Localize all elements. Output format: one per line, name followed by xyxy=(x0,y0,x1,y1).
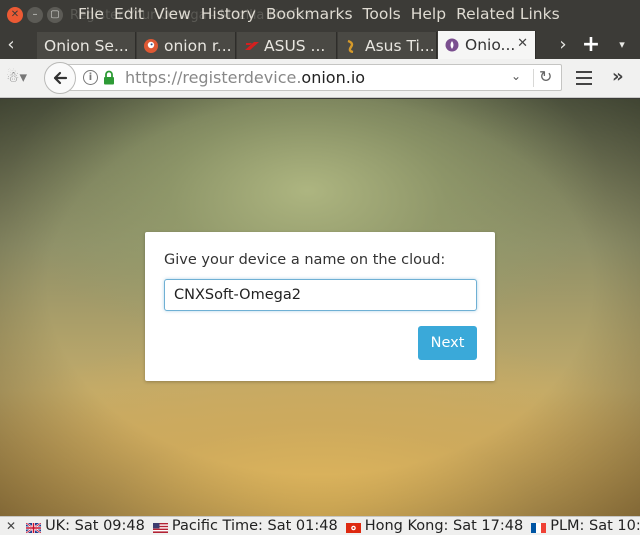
new-tab-button[interactable]: + xyxy=(580,30,602,59)
url-domain: onion.io xyxy=(301,68,366,87)
status-bar: ✕ UK: Sat 09:48 Pacific Time: Sat 01:48 … xyxy=(0,516,640,535)
tab-asus-tinker[interactable]: Asus Ti... xyxy=(338,32,437,59)
tab-onion-search[interactable]: Onion Se... xyxy=(37,32,136,59)
back-button[interactable] xyxy=(44,62,76,94)
window-close-button[interactable]: ✕ xyxy=(7,7,23,23)
url-dropdown-icon[interactable]: ⌄ xyxy=(511,69,521,83)
site-info-icon[interactable]: i xyxy=(83,70,98,85)
clock-plm[interactable]: PLM: Sat 10:48 xyxy=(531,518,640,534)
clock-text: UK: Sat 09:48 xyxy=(45,518,145,534)
clock-uk[interactable]: UK: Sat 09:48 xyxy=(25,518,145,534)
close-tab-icon[interactable]: ✕ xyxy=(517,36,528,51)
url-prefix: https://registerdevice. xyxy=(125,68,302,87)
menu-view[interactable]: View xyxy=(154,5,191,23)
lock-icon xyxy=(103,70,115,85)
device-name-input[interactable] xyxy=(164,279,477,311)
clock-pacific[interactable]: Pacific Time: Sat 01:48 xyxy=(152,518,338,534)
menu-file[interactable]: File xyxy=(78,5,104,23)
scroll-tabs-left-icon[interactable]: ‹ xyxy=(0,30,22,59)
clock-text: Pacific Time: Sat 01:48 xyxy=(171,518,338,534)
us-flag-icon xyxy=(152,521,168,533)
tab-label: Asus Ti... xyxy=(365,36,435,55)
menu-tools[interactable]: Tools xyxy=(363,5,401,23)
back-arrow-icon xyxy=(53,71,68,85)
tab-label: ASUS ... xyxy=(264,36,326,55)
url-separator xyxy=(533,69,534,87)
scroll-tabs-right-icon[interactable]: › xyxy=(552,30,574,59)
tab-onion-register[interactable]: Onio... ✕ xyxy=(438,31,536,59)
uk-flag-icon xyxy=(25,521,42,534)
tab-label: Onion Se... xyxy=(44,36,129,55)
menu-edit[interactable]: Edit xyxy=(114,5,144,23)
reload-icon[interactable]: ↻ xyxy=(539,67,552,86)
list-all-tabs-icon[interactable]: ▾ xyxy=(612,30,632,59)
hamburger-menu-icon[interactable] xyxy=(576,71,592,85)
url-bar[interactable]: i https://registerdevice.onion.io ⌄ ↻ xyxy=(66,64,562,91)
onion-icon xyxy=(445,38,459,52)
navigation-bar: ☃▾ i https://registerdevice.onion.io ⌄ ↻… xyxy=(0,59,640,98)
register-device-card: Give your device a name on the cloud: Ne… xyxy=(145,232,495,381)
page-content: Give your device a name on the cloud: Ne… xyxy=(0,99,640,516)
tab-label: onion r... xyxy=(164,36,232,55)
asus-tinker-icon xyxy=(345,39,359,53)
clock-text: PLM: Sat 10:48 xyxy=(550,518,640,534)
overflow-chevron-icon[interactable]: » xyxy=(612,66,624,87)
clock-text: Hong Kong: Sat 17:48 xyxy=(364,518,524,534)
device-name-prompt: Give your device a name on the cloud: xyxy=(164,252,446,268)
tab-asus[interactable]: ASUS ... xyxy=(237,32,337,59)
asus-icon xyxy=(244,39,259,53)
clock-hong-kong[interactable]: Hong Kong: Sat 17:48 xyxy=(345,518,524,534)
menu-bookmarks[interactable]: Bookmarks xyxy=(266,5,353,23)
menu-history[interactable]: History xyxy=(201,5,256,23)
tab-onion-r[interactable]: onion r... xyxy=(137,32,236,59)
menu-help[interactable]: Help xyxy=(411,5,446,23)
next-button[interactable]: Next xyxy=(418,326,477,360)
menu-related-links[interactable]: Related Links xyxy=(456,5,560,23)
close-statusbar-icon[interactable]: ✕ xyxy=(6,519,16,533)
fr-flag-icon xyxy=(531,521,547,533)
menu-bar: ✕ – ▢ Register Your Omega - Mozilla Fire… xyxy=(0,0,640,30)
tab-strip: ‹ Onion Se... onion r... ASUS ... Asus T… xyxy=(0,30,640,59)
menu-list: File Edit View History Bookmarks Tools H… xyxy=(78,5,570,23)
window-maximize-button[interactable]: ▢ xyxy=(47,7,63,23)
window-minimize-button[interactable]: – xyxy=(27,7,43,23)
tab-label: Onio... xyxy=(465,36,516,54)
duckduckgo-icon xyxy=(144,38,158,53)
hk-flag-icon xyxy=(345,521,361,533)
history-menu-icon[interactable]: ☃▾ xyxy=(6,68,27,86)
url-text: https://registerdevice.onion.io xyxy=(125,68,365,87)
